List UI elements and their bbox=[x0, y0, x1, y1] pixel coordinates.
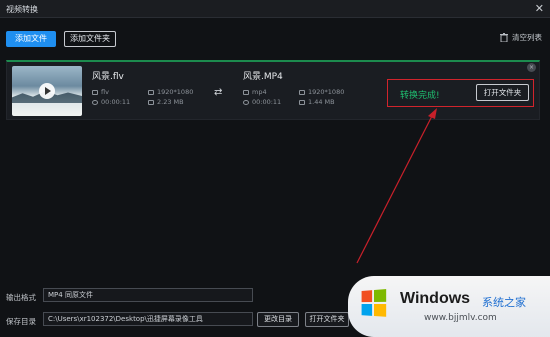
remove-task-icon[interactable]: × bbox=[527, 63, 536, 72]
resolution-icon bbox=[148, 89, 154, 95]
output-format-select[interactable]: MP4 同原文件 bbox=[43, 288, 253, 302]
source-file-name: 风景.flv bbox=[92, 72, 124, 82]
source-size-value: 2.23 MB bbox=[157, 98, 184, 106]
target-size-value: 1.44 MB bbox=[308, 98, 335, 106]
add-file-button[interactable]: 添加文件 bbox=[6, 31, 56, 47]
source-duration: 00:00:11 bbox=[92, 98, 130, 106]
watermark-badge: Windows 系统之家 www.bjjmlv.com bbox=[348, 276, 550, 337]
close-icon[interactable]: ✕ bbox=[535, 2, 544, 15]
title-bar: 视频转换 ✕ bbox=[0, 0, 550, 18]
windows-logo-icon bbox=[361, 289, 389, 319]
clock-icon bbox=[243, 99, 249, 105]
size-icon bbox=[299, 99, 305, 105]
target-format-value: mp4 bbox=[252, 88, 267, 96]
target-resolution: 1920*1080 bbox=[299, 88, 344, 96]
source-duration-value: 00:00:11 bbox=[101, 98, 131, 106]
window-title: 视频转换 bbox=[6, 5, 38, 14]
target-format: mp4 bbox=[243, 88, 267, 96]
target-resolution-value: 1920*1080 bbox=[308, 88, 345, 96]
open-output-folder-button[interactable]: 打开文件夹 bbox=[305, 312, 349, 327]
clock-icon bbox=[92, 99, 98, 105]
source-format-value: flv bbox=[101, 88, 109, 96]
clear-list-label: 清空列表 bbox=[512, 33, 542, 42]
format-icon bbox=[243, 89, 249, 95]
source-resolution-value: 1920*1080 bbox=[157, 88, 194, 96]
play-icon[interactable] bbox=[39, 83, 55, 99]
source-format: flv bbox=[92, 88, 109, 96]
save-path-field[interactable]: C:\Users\xr102372\Desktop\迅捷屏幕录像工具 bbox=[43, 312, 253, 326]
output-format-label: 输出格式 bbox=[6, 293, 36, 302]
target-duration: 00:00:11 bbox=[243, 98, 281, 106]
size-icon bbox=[148, 99, 154, 105]
change-dir-button[interactable]: 更改目录 bbox=[257, 312, 299, 327]
resolution-icon bbox=[299, 89, 305, 95]
target-duration-value: 00:00:11 bbox=[252, 98, 282, 106]
watermark-title: Windows bbox=[400, 290, 471, 307]
open-folder-button[interactable]: 打开文件夹 bbox=[476, 84, 529, 101]
source-size: 2.23 MB bbox=[148, 98, 184, 106]
target-size: 1.44 MB bbox=[299, 98, 335, 106]
format-icon bbox=[92, 89, 98, 95]
target-file-name: 风景.MP4 bbox=[243, 72, 283, 82]
status-complete: 转换完成! bbox=[400, 91, 440, 101]
conversion-task-row: 风景.flv flv 1920*1080 00:00:11 2.23 MB ⇄ … bbox=[6, 60, 540, 120]
add-folder-button[interactable]: 添加文件夹 bbox=[64, 31, 116, 47]
highlight-box: 转换完成! 打开文件夹 bbox=[387, 79, 534, 107]
source-resolution: 1920*1080 bbox=[148, 88, 193, 96]
clear-list-button[interactable]: 清空列表 bbox=[500, 32, 542, 43]
watermark-url: www.bjjmlv.com bbox=[424, 313, 497, 323]
shuffle-icon: ⇄ bbox=[214, 87, 223, 98]
trash-icon bbox=[500, 33, 508, 42]
video-thumbnail[interactable] bbox=[12, 66, 82, 116]
watermark-subtitle: 系统之家 bbox=[482, 296, 526, 309]
save-dir-label: 保存目录 bbox=[6, 317, 36, 326]
